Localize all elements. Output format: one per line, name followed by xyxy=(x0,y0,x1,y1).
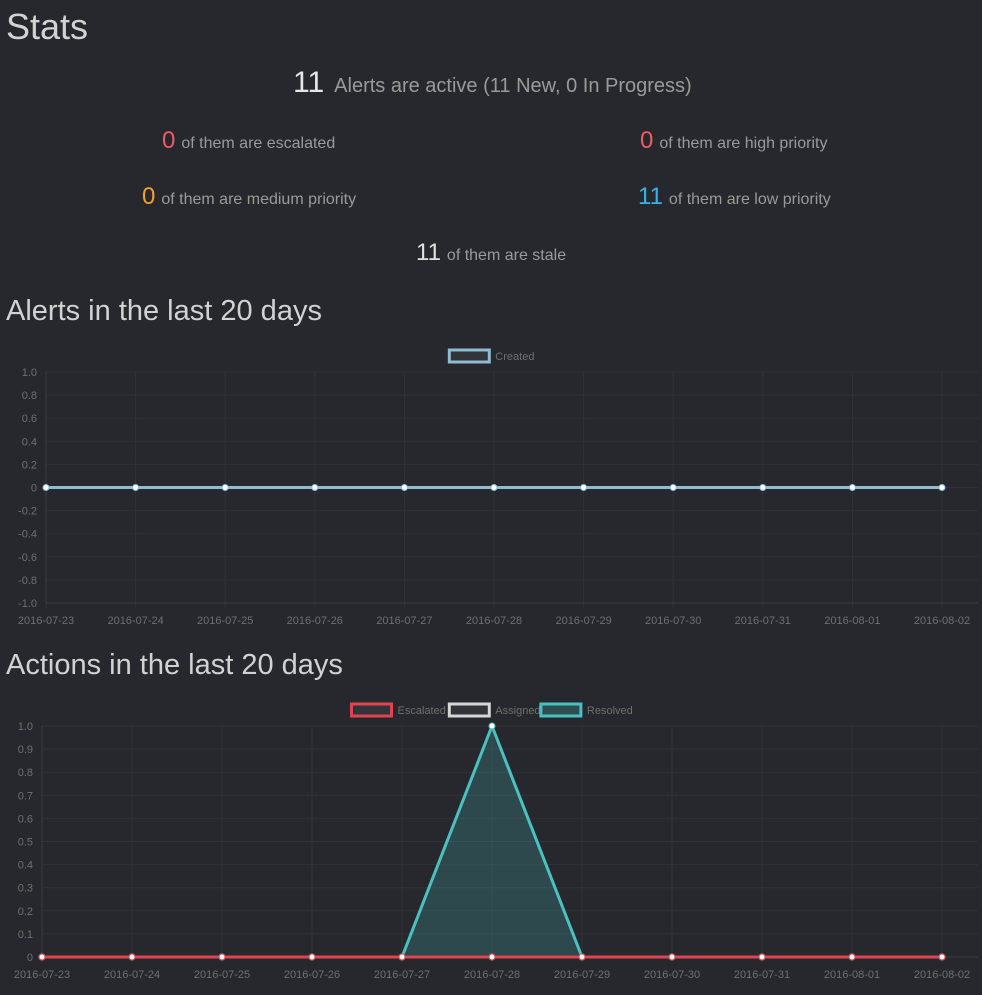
data-point-resolved xyxy=(488,722,496,730)
x-tick-label: 2016-07-24 xyxy=(107,615,163,627)
y-tick-label: 0.8 xyxy=(18,767,33,779)
data-point-created xyxy=(42,484,50,491)
y-tick-label: -1.0 xyxy=(18,598,37,610)
alerts-chart: Created 1.0 0.8 0.6 0.4 0.2 0 -0.2 -0.4 -0.6 -0.8 -… xyxy=(18,348,978,627)
medium-count: 0 xyxy=(142,183,156,210)
stat-medium-priority: 0 of them are medium priority xyxy=(142,183,356,211)
data-point-escalated xyxy=(848,953,856,961)
stat-escalated: 0 of them are escalated xyxy=(162,127,335,155)
legend-swatch-created xyxy=(447,348,491,364)
y-tick-label: 0.2 xyxy=(18,906,33,918)
y-tick-label: -0.6 xyxy=(18,552,37,564)
y-tick-label: 0.3 xyxy=(18,883,33,895)
actions-chart-title: Actions in the last 20 days xyxy=(6,649,343,681)
x-tick-label: 2016-07-31 xyxy=(735,615,791,627)
legend-label-escalated: Escalated xyxy=(398,705,446,717)
active-text: Alerts are active (11 New, 0 In Progress… xyxy=(334,75,692,97)
x-tick-label: 2016-07-30 xyxy=(645,615,701,627)
y-tick-label: 0.7 xyxy=(18,790,33,802)
legend-label-resolved: Resolved xyxy=(587,705,633,717)
legend-swatch-resolved xyxy=(539,702,583,718)
low-count: 11 xyxy=(638,183,663,210)
x-tick-label: 2016-07-29 xyxy=(554,969,610,981)
x-tick-label: 2016-08-01 xyxy=(824,615,880,627)
x-tick-label: 2016-07-27 xyxy=(374,969,430,981)
data-point-escalated xyxy=(38,953,46,961)
y-tick-label: 0.8 xyxy=(22,390,37,402)
high-count: 0 xyxy=(640,127,654,154)
y-tick-label: -0.2 xyxy=(18,506,37,518)
x-tick-label: 2016-08-02 xyxy=(914,969,970,981)
stale-text: of them are stale xyxy=(446,247,567,264)
y-tick-label: 1.0 xyxy=(18,721,33,733)
data-point-created xyxy=(400,484,408,491)
y-tick-label: 1.0 xyxy=(22,367,37,379)
y-tick-label: 0.6 xyxy=(22,413,37,425)
y-tick-label: -0.8 xyxy=(18,575,37,587)
stat-low-priority: 11 of them are low priority xyxy=(638,183,831,211)
x-tick-label: 2016-07-25 xyxy=(194,969,250,981)
legend-label-assigned: Assigned xyxy=(495,705,540,717)
x-tick-label: 2016-07-24 xyxy=(104,969,160,981)
dashboard-page: Stats 11 Alerts are active (11 New, 0 In … xyxy=(0,0,982,995)
medium-text: of them are medium priority xyxy=(161,191,357,208)
x-tick-label: 2016-07-23 xyxy=(18,615,74,627)
data-point-escalated xyxy=(218,953,226,961)
data-point-escalated xyxy=(578,953,586,961)
stat-active-alerts: 11 Alerts are active (11 New, 0 In Progre… xyxy=(293,66,692,100)
data-point-created xyxy=(311,484,319,491)
data-point-created xyxy=(938,484,946,491)
y-tick-label: 0.2 xyxy=(22,459,37,471)
x-tick-label: 2016-07-26 xyxy=(287,615,343,627)
data-point-created xyxy=(132,484,140,491)
y-tick-label: 0.4 xyxy=(18,860,33,872)
y-tick-label: 0 xyxy=(27,952,33,964)
legend-swatch-assigned xyxy=(447,702,491,718)
x-tick-label: 2016-07-28 xyxy=(464,969,520,981)
escalated-text: of them are escalated xyxy=(181,135,336,152)
data-point-created xyxy=(490,484,498,491)
data-point-escalated xyxy=(758,953,766,961)
data-point-created xyxy=(580,484,588,491)
x-tick-label: 2016-07-30 xyxy=(644,969,700,981)
stat-stale: 11 of them are stale xyxy=(416,239,566,267)
active-count: 11 xyxy=(293,66,325,99)
x-tick-label: 2016-07-25 xyxy=(197,615,253,627)
data-point-escalated xyxy=(128,953,136,961)
escalated-count: 0 xyxy=(162,127,176,154)
alerts-chart-title: Alerts in the last 20 days xyxy=(6,295,322,327)
y-tick-label: 0.1 xyxy=(18,929,33,941)
y-tick-label: 0.4 xyxy=(22,436,37,448)
x-tick-label: 2016-07-28 xyxy=(466,615,522,627)
actions-chart: Escalated Assigned Resolved 1.0 0.9 0.8 0.7 0.6… xyxy=(14,702,978,981)
x-tick-label: 2016-08-01 xyxy=(824,969,880,981)
data-point-created xyxy=(669,484,677,491)
stat-high-priority: 0 of them are high priority xyxy=(640,127,827,155)
y-tick-label: -0.4 xyxy=(18,529,37,541)
y-tick-label: 0 xyxy=(31,483,37,495)
data-point-created xyxy=(848,484,856,491)
data-point-created xyxy=(221,484,229,491)
x-tick-label: 2016-07-27 xyxy=(376,615,432,627)
x-tick-label: 2016-07-31 xyxy=(734,969,790,981)
legend-label-created: Created xyxy=(495,351,534,363)
low-text: of them are low priority xyxy=(668,191,831,208)
y-tick-label: 0.9 xyxy=(18,744,33,756)
x-tick-label: 2016-07-23 xyxy=(14,969,70,981)
legend-swatch-escalated xyxy=(350,702,393,718)
data-point-escalated xyxy=(938,953,946,961)
x-tick-label: 2016-08-02 xyxy=(914,615,970,627)
data-point-escalated xyxy=(668,953,676,961)
stats-title: Stats xyxy=(6,6,89,47)
data-point-escalated xyxy=(308,953,316,961)
x-tick-label: 2016-07-29 xyxy=(555,615,611,627)
y-tick-label: 0.5 xyxy=(18,837,33,849)
stale-count: 11 xyxy=(416,239,441,266)
data-point-escalated xyxy=(398,953,406,961)
x-tick-label: 2016-07-26 xyxy=(284,969,340,981)
high-text: of them are high priority xyxy=(659,135,828,152)
data-point-escalated xyxy=(488,953,496,961)
data-point-created xyxy=(759,484,767,491)
y-tick-label: 0.6 xyxy=(18,813,33,825)
